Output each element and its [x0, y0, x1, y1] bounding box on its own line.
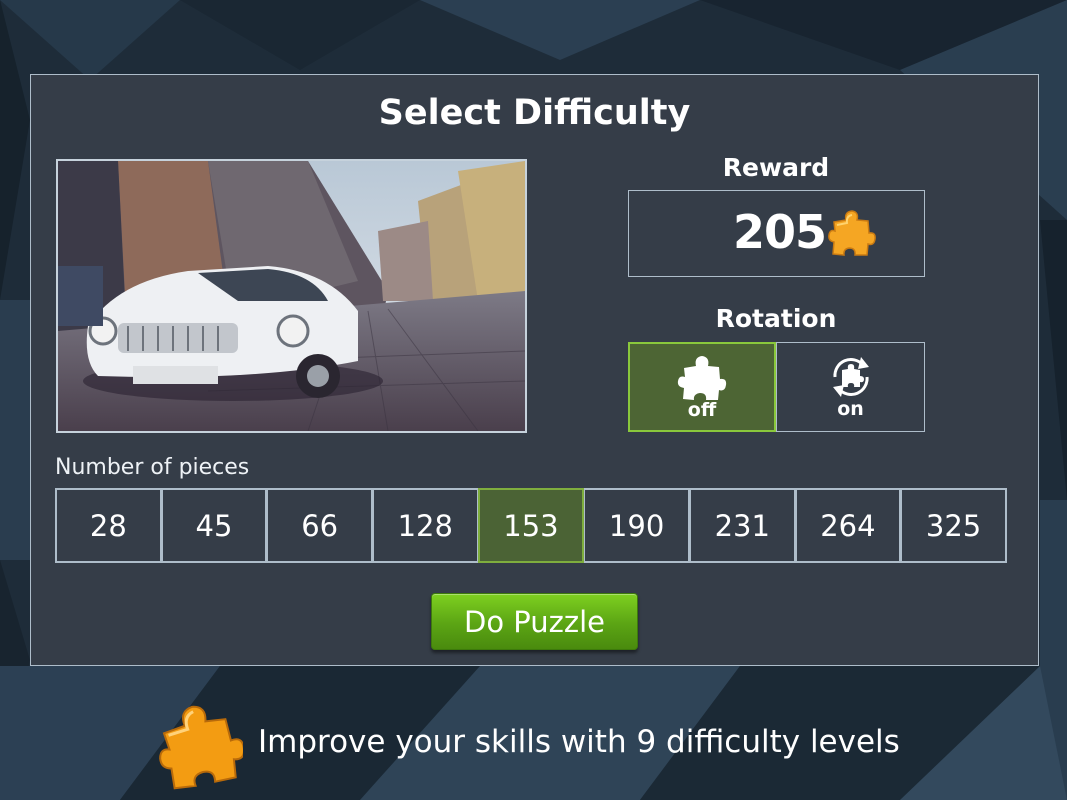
- select-difficulty-dialog: Select Difficulty Reward 205 Rotation of…: [30, 74, 1039, 666]
- pieces-option-190[interactable]: 190: [583, 488, 690, 563]
- pieces-option-264[interactable]: 264: [794, 488, 902, 563]
- puzzle-piece-icon: [677, 356, 727, 400]
- pieces-option-66[interactable]: 66: [266, 488, 373, 563]
- puzzle-preview-image: [56, 159, 527, 433]
- pieces-option-325[interactable]: 325: [900, 488, 1007, 563]
- rotation-on-label: on: [837, 398, 864, 420]
- puzzle-piece-icon: [159, 705, 243, 790]
- pieces-option-128[interactable]: 128: [371, 488, 479, 563]
- pieces-option-231[interactable]: 231: [688, 488, 796, 563]
- dialog-title: Select Difficulty: [378, 93, 691, 133]
- puzzle-piece-icon: [828, 210, 876, 256]
- pieces-label: Number of pieces: [55, 455, 250, 480]
- rotation-off-label: off: [687, 399, 717, 421]
- rotation-off-option[interactable]: off: [628, 342, 776, 432]
- rotation-on-option[interactable]: on: [776, 342, 925, 432]
- pieces-option-28[interactable]: 28: [55, 488, 162, 563]
- footer-tagline: Improve your skills with 9 difficulty le…: [258, 724, 900, 760]
- reward-value: 205: [733, 205, 827, 259]
- rotate-puzzle-icon: [832, 357, 869, 397]
- rotation-label: Rotation: [715, 304, 837, 333]
- pieces-option-45[interactable]: 45: [160, 488, 268, 563]
- reward-box: 205: [628, 190, 925, 277]
- pieces-option-153[interactable]: 153: [477, 488, 585, 563]
- do-puzzle-button[interactable]: Do Puzzle: [431, 593, 638, 650]
- pieces-selector: 28 45 66 128 153 190 231 264 325: [55, 488, 1015, 563]
- reward-label: Reward: [722, 153, 830, 182]
